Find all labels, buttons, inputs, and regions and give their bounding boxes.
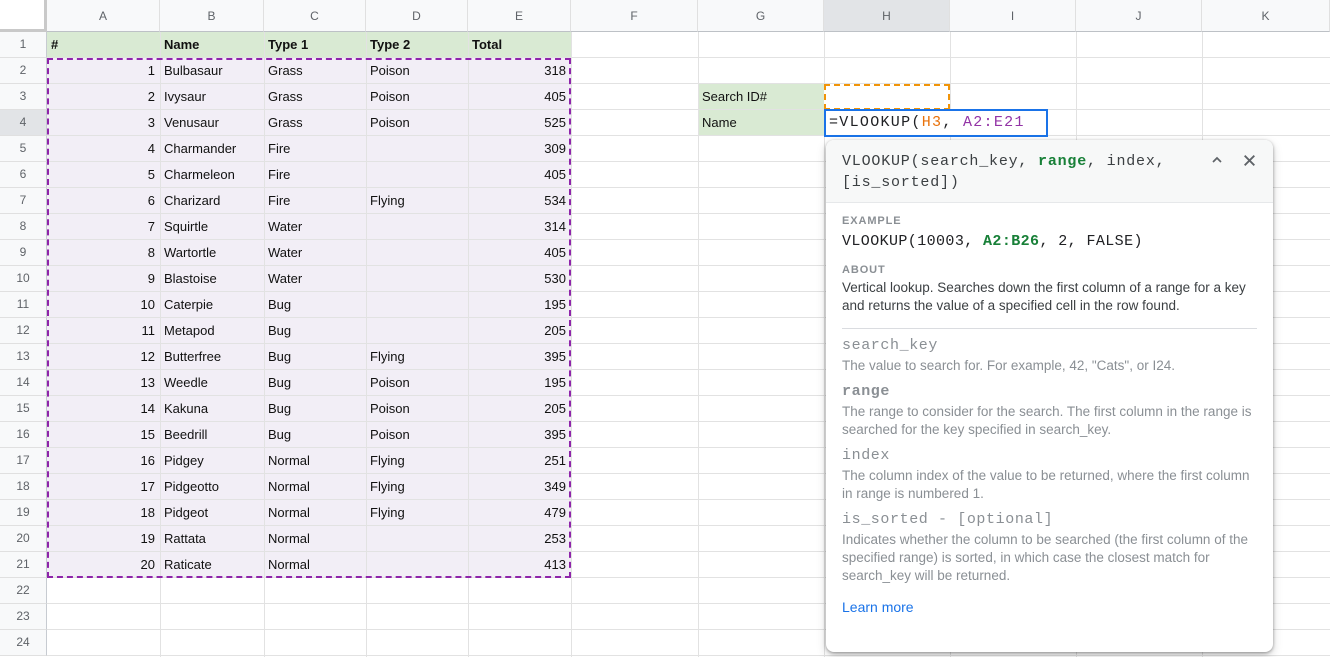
formula-help-popup: VLOOKUP(search_key, range, index, [is_so… xyxy=(826,140,1273,652)
example-label: EXAMPLE xyxy=(842,215,1257,227)
param-range: rangeThe range to consider for the searc… xyxy=(842,381,1257,439)
collapse-icon[interactable] xyxy=(1209,152,1225,168)
param-is_sorted: is_sorted - [optional]Indicates whether … xyxy=(842,509,1257,585)
spreadsheet-app: ABCDEFGHIJK12345678910111213141516171819… xyxy=(0,0,1330,657)
parameter-list: search_keyThe value to search for. For e… xyxy=(842,335,1257,585)
popup-divider xyxy=(842,328,1257,329)
param-name-index: index xyxy=(842,445,1257,467)
param-description-index: The column index of the value to be retu… xyxy=(842,467,1257,503)
popup-header: VLOOKUP(search_key, range, index, [is_so… xyxy=(826,140,1273,203)
param-description-range: The range to consider for the search. Th… xyxy=(842,403,1257,439)
formula-editing-cell-H4[interactable]: =VLOOKUP(H3, A2:E21 xyxy=(824,109,1048,137)
referenced-cell-H3-outline[interactable] xyxy=(824,84,950,110)
function-signature: VLOOKUP(search_key, range, index, [is_so… xyxy=(842,151,1197,193)
overlays-layer: =VLOOKUP(H3, A2:E21 VLOOKUP(search_key, … xyxy=(0,0,1330,657)
about-text: Vertical lookup. Searches down the first… xyxy=(842,279,1257,315)
example-code: VLOOKUP(10003, A2:B26, 2, FALSE) xyxy=(842,231,1257,252)
learn-more-link[interactable]: Learn more xyxy=(842,599,914,615)
param-description-is_sorted: Indicates whether the column to be searc… xyxy=(842,531,1257,585)
param-name-is_sorted: is_sorted - [optional] xyxy=(842,509,1257,531)
param-name-search_key: search_key xyxy=(842,335,1257,357)
formula-text: =VLOOKUP(H3, A2:E21 xyxy=(829,114,1025,131)
about-label: ABOUT xyxy=(842,264,1257,276)
selected-range-border-A2-E21 xyxy=(47,58,571,578)
param-name-range: range xyxy=(842,381,1257,403)
close-icon[interactable] xyxy=(1241,152,1257,168)
param-description-search_key: The value to search for. For example, 42… xyxy=(842,357,1257,375)
popup-controls xyxy=(1209,152,1257,168)
param-search_key: search_keyThe value to search for. For e… xyxy=(842,335,1257,375)
popup-body: EXAMPLE VLOOKUP(10003, A2:B26, 2, FALSE)… xyxy=(826,215,1273,631)
param-index: indexThe column index of the value to be… xyxy=(842,445,1257,503)
